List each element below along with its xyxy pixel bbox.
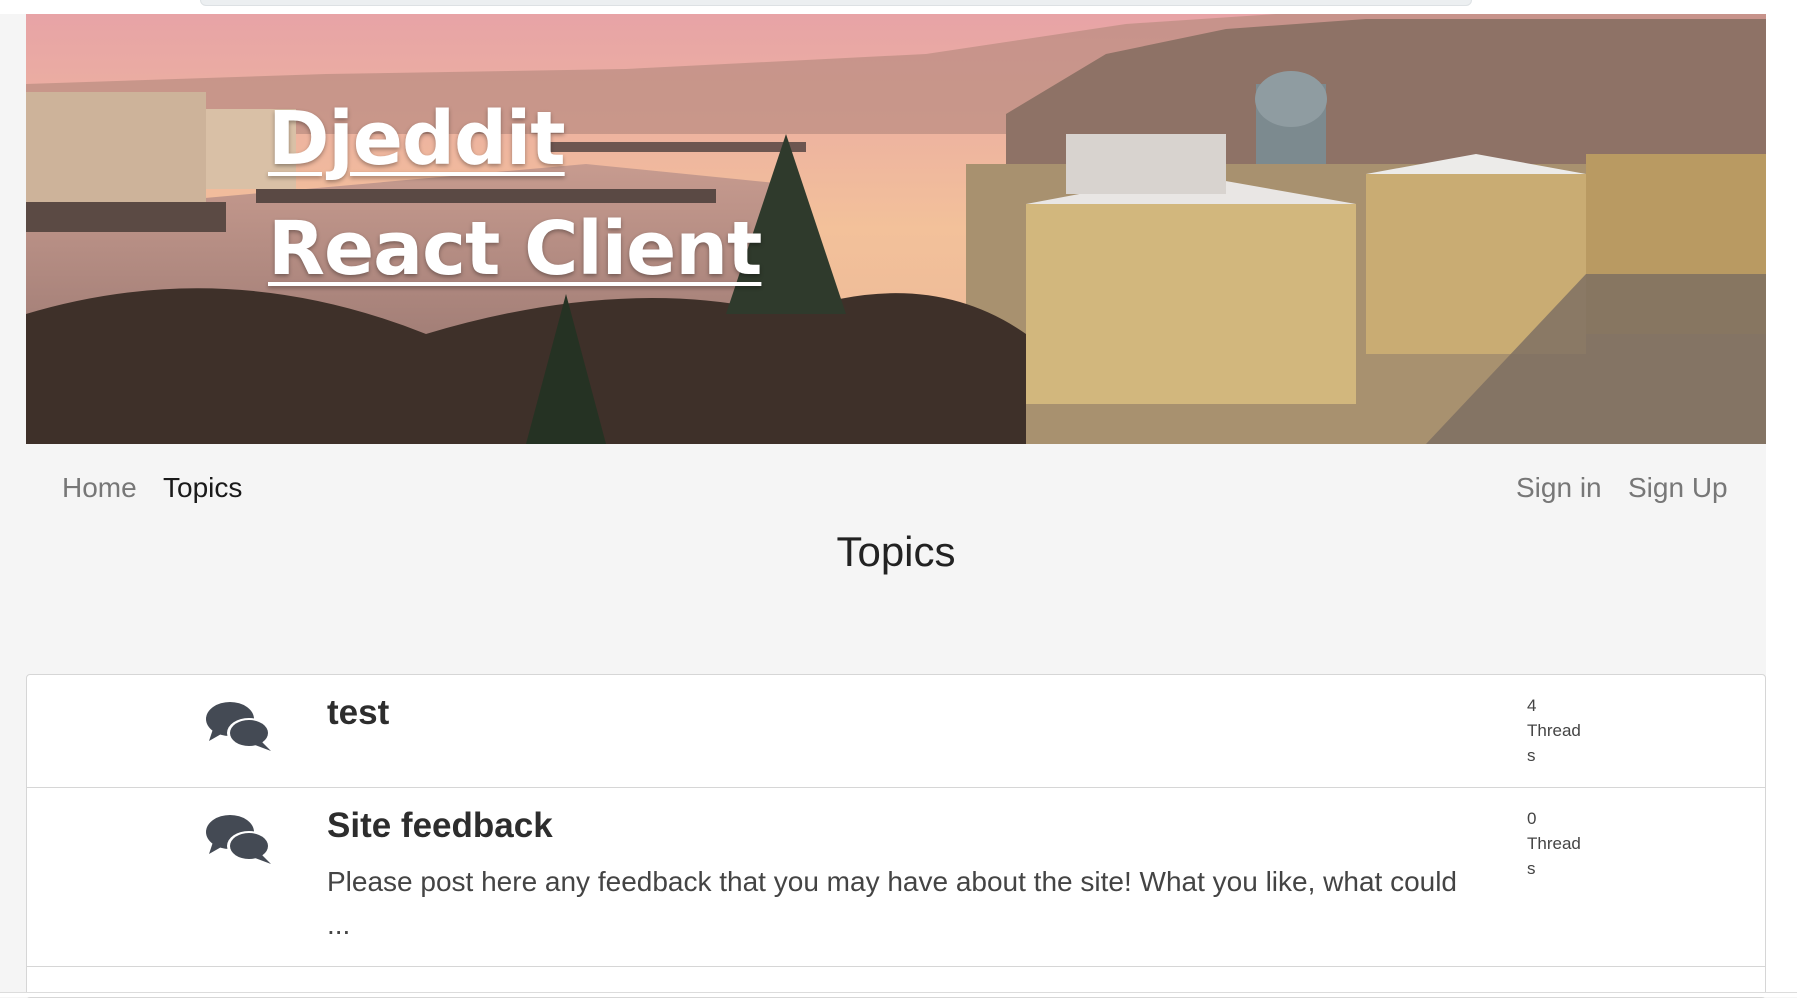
comments-icon <box>205 812 273 868</box>
nav-topics-link[interactable]: Topics <box>163 472 242 504</box>
thread-count-label: Threads <box>1527 831 1589 881</box>
sign-in-link[interactable]: Sign in <box>1516 472 1602 504</box>
browser-bottom-edge <box>0 992 1797 997</box>
topic-title[interactable]: test <box>327 693 389 733</box>
thread-count: 4 Threads <box>1527 693 1589 768</box>
brand-title[interactable]: Djeddit React Client <box>268 84 761 304</box>
thread-count-label: Threads <box>1527 718 1589 768</box>
address-bar[interactable] <box>200 0 1472 6</box>
thread-count: 0 Threads <box>1527 806 1589 881</box>
main-nav: Home Topics Sign in Sign Up <box>26 444 1766 536</box>
thread-count-value: 0 <box>1527 806 1589 831</box>
hero-banner: Djeddit React Client <box>26 14 1766 444</box>
sign-up-link[interactable]: Sign Up <box>1628 472 1728 504</box>
topic-title[interactable]: Site feedback <box>327 806 553 846</box>
page-right-gutter <box>1766 0 1797 997</box>
topic-row[interactable]: Site feedback Please post here any feedb… <box>27 788 1765 967</box>
topic-description: Please post here any feedback that you m… <box>327 860 1457 946</box>
brand-line-1[interactable]: Djeddit <box>268 84 761 194</box>
comments-icon <box>205 699 273 755</box>
nav-home-link[interactable]: Home <box>62 472 137 504</box>
browser-top-bar <box>0 0 1797 14</box>
page-title: Topics <box>26 528 1766 576</box>
topic-row[interactable]: test 4 Threads <box>27 675 1765 788</box>
thread-count-value: 4 <box>1527 693 1589 718</box>
topic-list: test 4 Threads Site feedback Please post… <box>26 674 1766 998</box>
brand-line-2[interactable]: React Client <box>268 194 761 304</box>
